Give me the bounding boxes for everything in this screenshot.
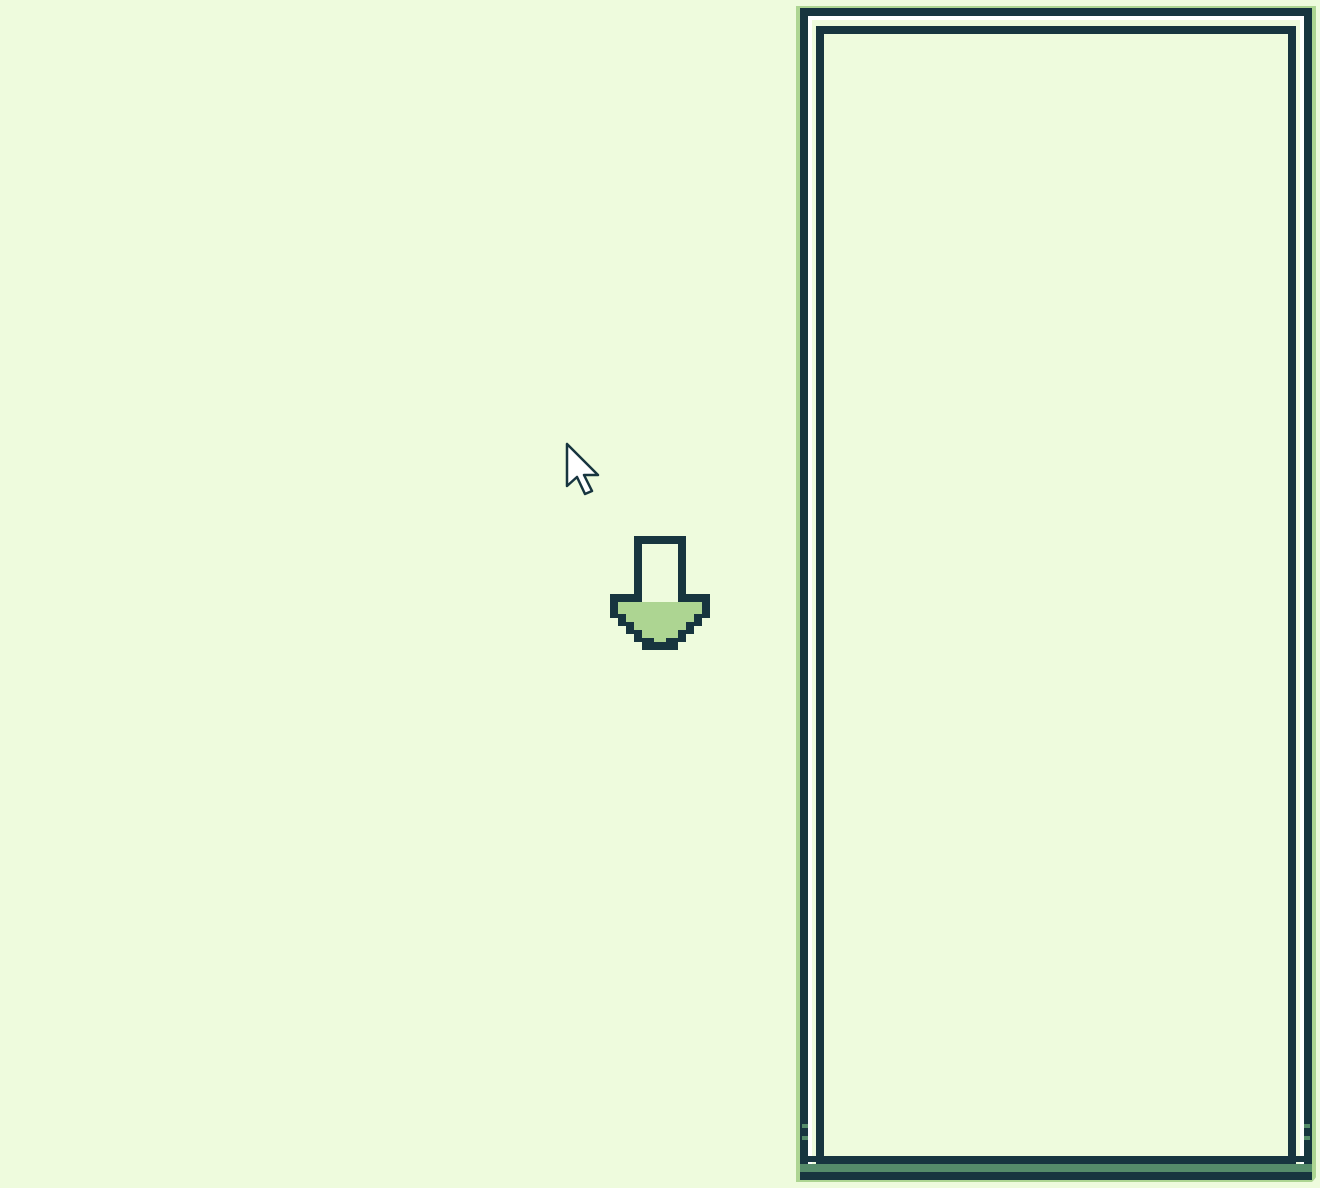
mouse-pointer-icon: [564, 442, 604, 498]
down-arrow-icon[interactable]: [608, 534, 712, 654]
game-screen: [0, 0, 1320, 1188]
side-panel: [796, 6, 1316, 1182]
